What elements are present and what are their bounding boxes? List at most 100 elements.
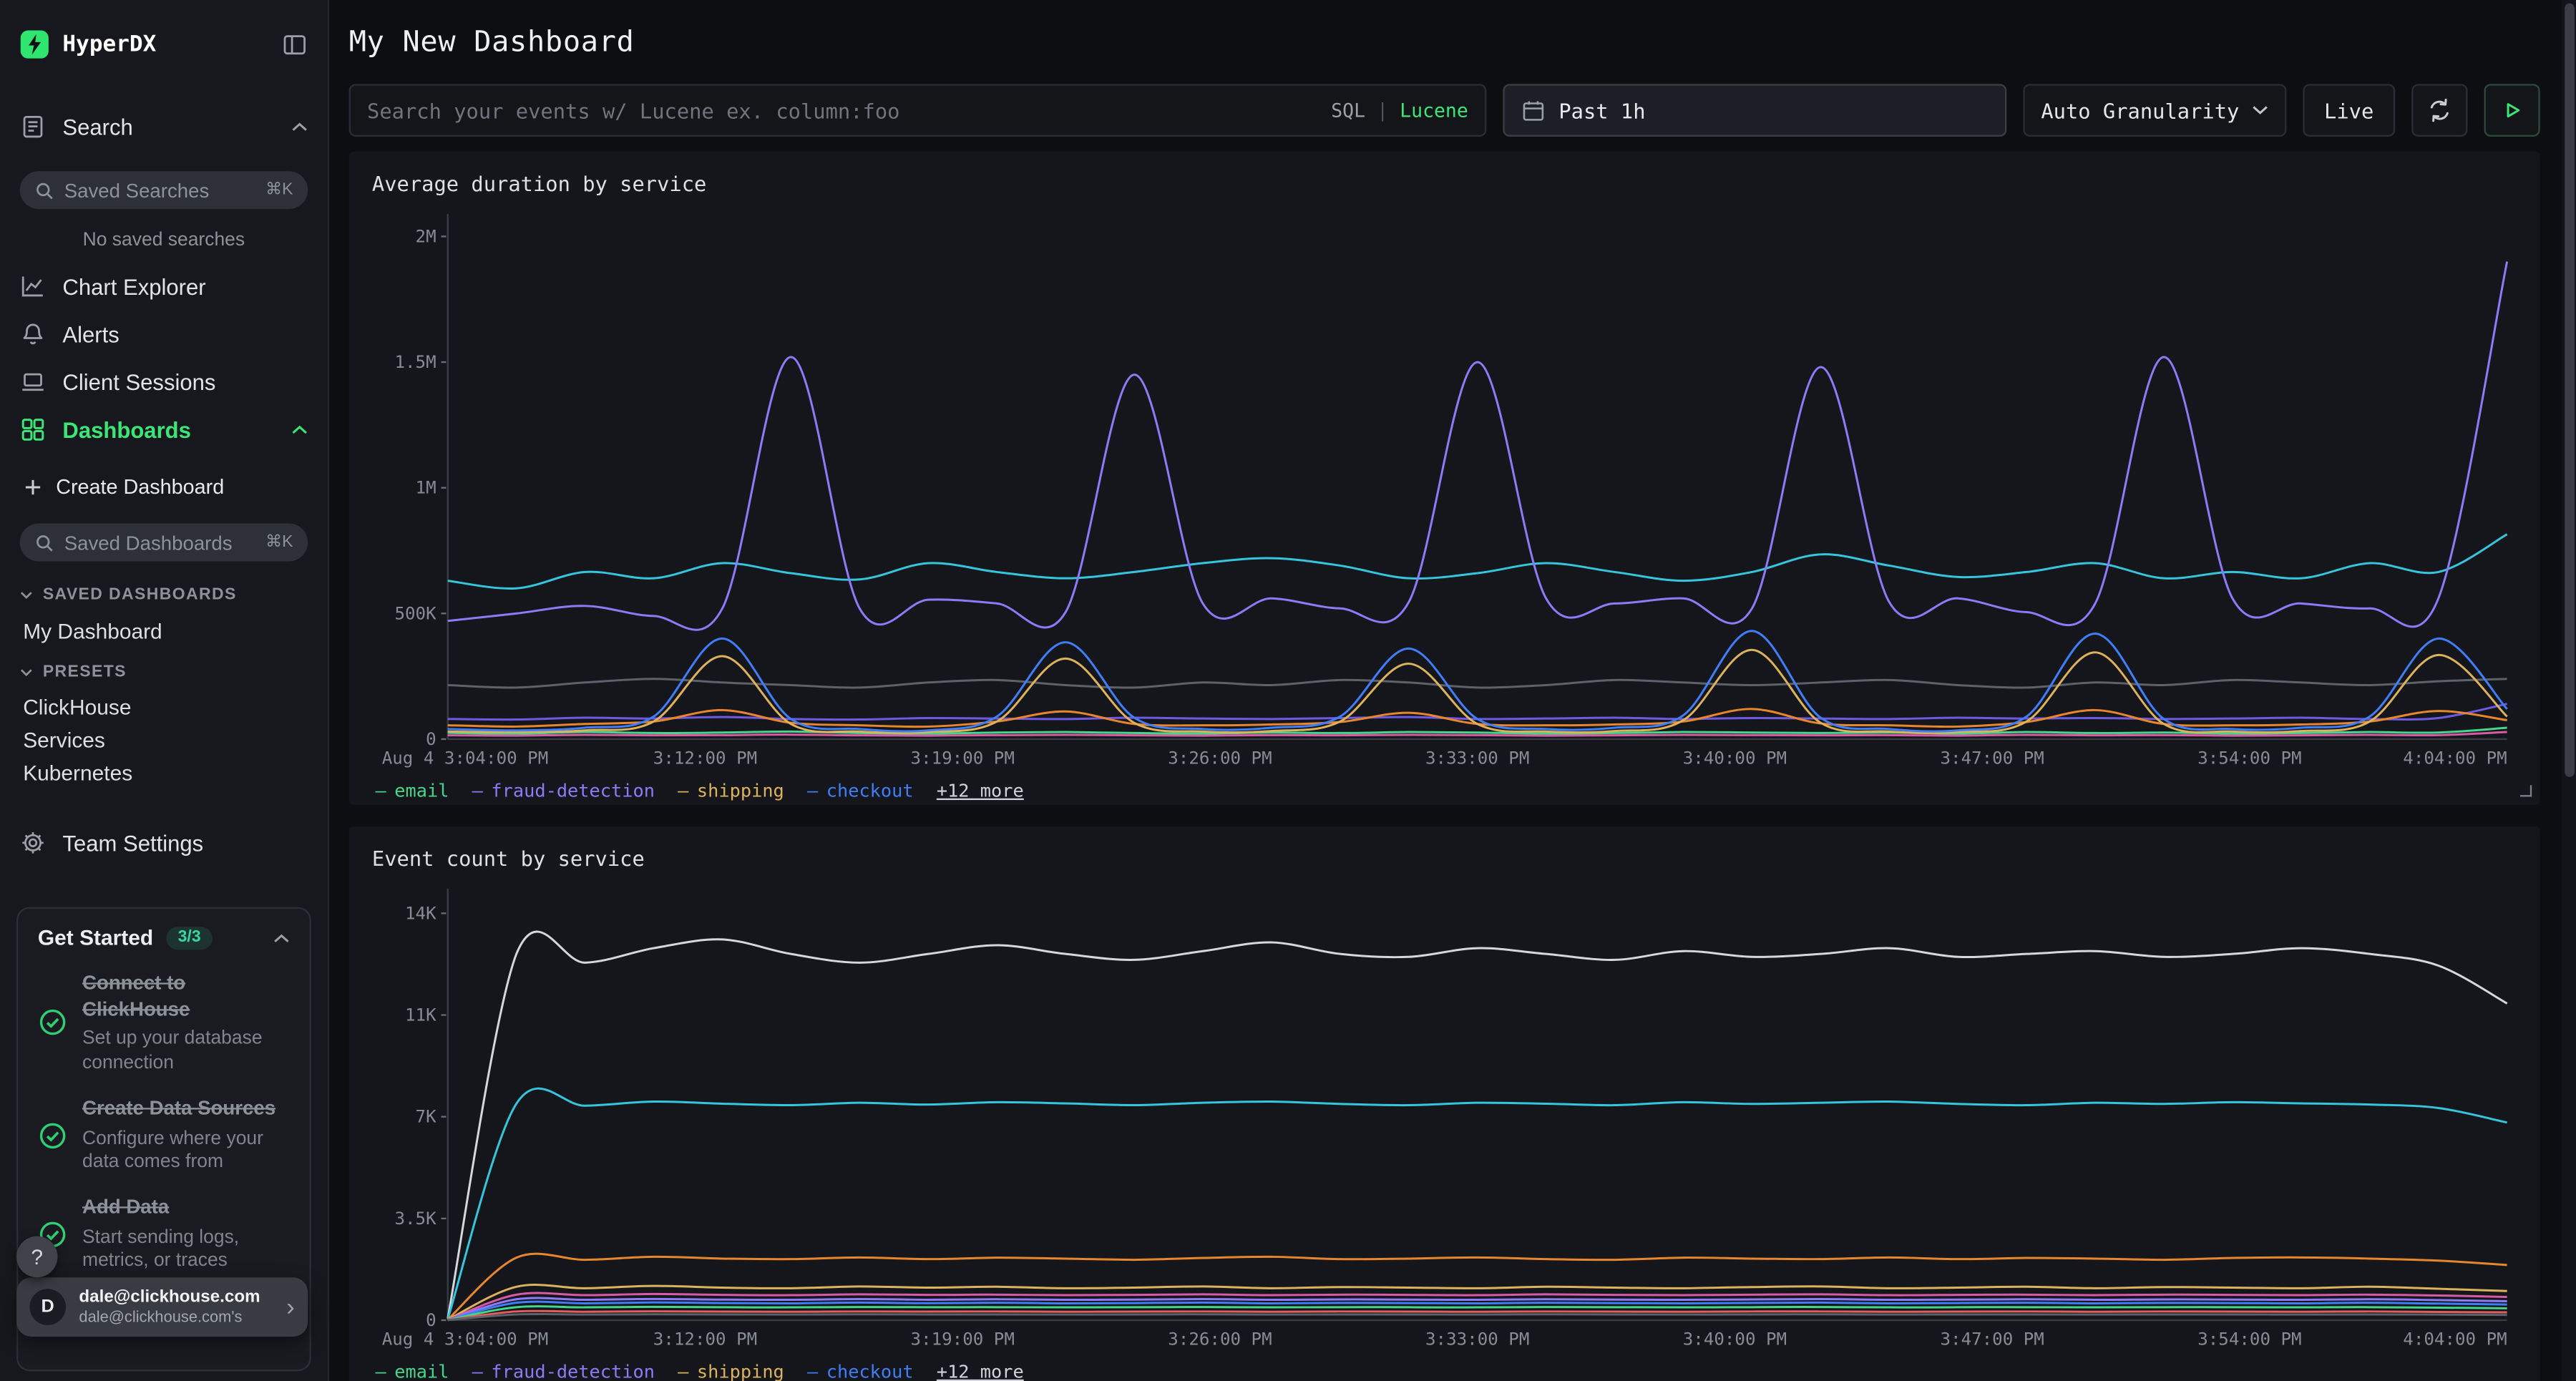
sidebar-item-services[interactable]: Services	[20, 724, 308, 753]
sidebar-item-my-dashboard[interactable]: My Dashboard	[20, 614, 308, 647]
chart-explorer-label: Chart Explorer	[62, 274, 205, 299]
step-desc: Set up your database connection	[82, 1028, 290, 1075]
svg-text:4:04:00 PM: 4:04:00 PM	[2403, 748, 2507, 768]
legend-item: — shipping	[678, 1360, 784, 1381]
legend-item: —fraud-detection	[472, 1360, 655, 1381]
chevron-right-icon: ›	[286, 1293, 295, 1321]
page-scrollbar[interactable]	[2562, 0, 2576, 1381]
saved-dashboards-header[interactable]: SAVED DASHBOARDS	[20, 582, 308, 605]
gear-icon	[20, 829, 47, 856]
refresh-button[interactable]	[2411, 84, 2467, 137]
create-dashboard-button[interactable]: Create Dashboard	[20, 467, 308, 507]
run-query-button[interactable]	[2484, 84, 2540, 137]
step-title: Connect to ClickHouse	[82, 971, 290, 1023]
sidebar-item-team-settings[interactable]: Team Settings	[20, 820, 308, 866]
legend-item: —checkout	[807, 1360, 914, 1381]
presets-header-label: PRESETS	[43, 663, 127, 680]
legend-dash-icon: —	[678, 779, 688, 801]
svg-text:3:26:00 PM: 3:26:00 PM	[1168, 1329, 1272, 1350]
refresh-icon	[2426, 97, 2453, 124]
onboarding-step[interactable]: Create Data Sources Configure where your…	[38, 1096, 290, 1174]
dashboards-grid-icon	[20, 416, 47, 443]
event-search-input[interactable]	[367, 98, 1318, 123]
resize-handle-icon[interactable]	[2520, 785, 2532, 796]
search-section-label: Search	[62, 114, 132, 140]
team-settings-label: Team Settings	[62, 831, 203, 856]
legend-label: fraud-detection	[491, 779, 655, 801]
sidebar-item-kubernetes[interactable]: Kubernetes	[20, 757, 308, 786]
svg-text:2M: 2M	[416, 226, 436, 246]
onboarding-step[interactable]: Add Data Start sending logs, metrics, or…	[38, 1196, 290, 1274]
legend-item: —email	[376, 1360, 449, 1381]
scrollbar-thumb[interactable]	[2564, 4, 2574, 777]
language-lucene-option[interactable]: Lucene	[1400, 99, 1468, 122]
step-desc: Configure where your data comes from	[82, 1127, 290, 1174]
chart-title: Average duration by service	[372, 171, 2517, 208]
sidebar-item-search[interactable]: Search	[20, 105, 308, 148]
legend-dash-icon: —	[678, 1360, 688, 1381]
saved-dashboards-field[interactable]	[64, 531, 256, 554]
plus-icon	[23, 477, 43, 497]
chart-legend: —email—fraud-detection—shipping—checkout…	[372, 1357, 2517, 1381]
saved-dashboards-header-label: SAVED DASHBOARDS	[43, 585, 237, 603]
duration-chart[interactable]: 2M1.5M1M500K0Aug 4 3:04:00 PM3:12:00 PM3…	[372, 208, 2517, 776]
chart-title: Event count by service	[372, 846, 2517, 882]
legend-more-link[interactable]: +12 more	[937, 779, 1024, 801]
legend-item: —checkout	[807, 779, 914, 801]
legend-more-label[interactable]: +12 more	[937, 1360, 1024, 1381]
live-button[interactable]: Live	[2303, 84, 2395, 137]
calendar-icon	[1521, 98, 1546, 123]
legend-more-link[interactable]: +12 more	[937, 1360, 1024, 1381]
saved-searches-input[interactable]: ⌘K	[20, 171, 308, 209]
time-range-value: Past 1h	[1558, 98, 1645, 123]
client-sessions-label: Client Sessions	[62, 369, 215, 394]
legend-label: fraud-detection	[491, 1360, 655, 1381]
sidebar-item-clickhouse[interactable]: ClickHouse	[20, 691, 308, 721]
user-menu[interactable]: D dale@clickhouse.com dale@clickhouse.co…	[16, 1277, 308, 1337]
svg-text:0: 0	[426, 1310, 436, 1330]
legend-dash-icon: —	[807, 779, 818, 801]
legend-dash-icon: —	[472, 779, 483, 801]
time-range-picker[interactable]: Past 1h	[1503, 84, 2006, 137]
help-button[interactable]: ?	[16, 1236, 58, 1278]
svg-text:3:54:00 PM: 3:54:00 PM	[2197, 748, 2301, 768]
legend-dash-icon: —	[376, 779, 386, 801]
chevron-up-icon	[291, 122, 308, 132]
event-search-bar[interactable]: SQL | Lucene	[349, 84, 1486, 137]
language-sql-option[interactable]: SQL	[1331, 99, 1365, 122]
svg-text:3:26:00 PM: 3:26:00 PM	[1168, 748, 1272, 768]
saved-dashboards-input[interactable]: ⌘K	[20, 524, 308, 562]
saved-searches-field[interactable]	[64, 179, 256, 202]
granularity-select[interactable]: Auto Granularity	[2023, 84, 2286, 137]
chevron-up-icon	[273, 932, 290, 942]
user-email: dale@clickhouse.com	[79, 1287, 273, 1308]
legend-dash-icon: —	[376, 1360, 386, 1381]
onboarding-step[interactable]: Connect to ClickHouse Set up your databa…	[38, 971, 290, 1075]
sidebar-item-dashboards[interactable]: Dashboards	[20, 406, 308, 452]
legend-more-label[interactable]: +12 more	[937, 779, 1024, 801]
sidebar-item-alerts[interactable]: Alerts	[20, 311, 308, 357]
check-circle-icon	[38, 1121, 67, 1150]
sidebar-item-chart-explorer[interactable]: Chart Explorer	[20, 263, 308, 309]
event-count-chart[interactable]: 14K11K7K3.5K0Aug 4 3:04:00 PM3:12:00 PM3…	[372, 882, 2517, 1357]
sidebar-item-client-sessions[interactable]: Client Sessions	[20, 359, 308, 405]
sidebar: HyperDX Search ⌘K No saved searches	[0, 0, 329, 1381]
presets-header[interactable]: PRESETS	[20, 660, 308, 683]
legend-item: — fraud-detection	[472, 779, 655, 801]
svg-text:3:19:00 PM: 3:19:00 PM	[911, 1329, 1015, 1350]
svg-text:3:33:00 PM: 3:33:00 PM	[1425, 748, 1529, 768]
sidebar-collapse-icon[interactable]	[281, 31, 308, 58]
chevron-up-icon	[291, 425, 308, 435]
svg-text:Aug 4 3:04:00 PM: Aug 4 3:04:00 PM	[382, 748, 549, 768]
svg-text:3:54:00 PM: 3:54:00 PM	[2197, 1329, 2301, 1350]
search-nav-icon	[20, 114, 47, 140]
search-icon	[34, 532, 54, 552]
hyperdx-logo-icon[interactable]	[20, 29, 49, 59]
no-saved-searches-note: No saved searches	[20, 230, 308, 250]
get-started-header[interactable]: Get Started 3/3	[38, 925, 290, 950]
page-title: My New Dashboard	[349, 26, 2540, 59]
chevron-down-icon	[2252, 105, 2268, 115]
panel-average-duration: Average duration by service 2M1.5M1M500K…	[349, 152, 2540, 805]
svg-text:3:33:00 PM: 3:33:00 PM	[1425, 1329, 1529, 1350]
legend-label: shipping	[697, 1360, 784, 1381]
